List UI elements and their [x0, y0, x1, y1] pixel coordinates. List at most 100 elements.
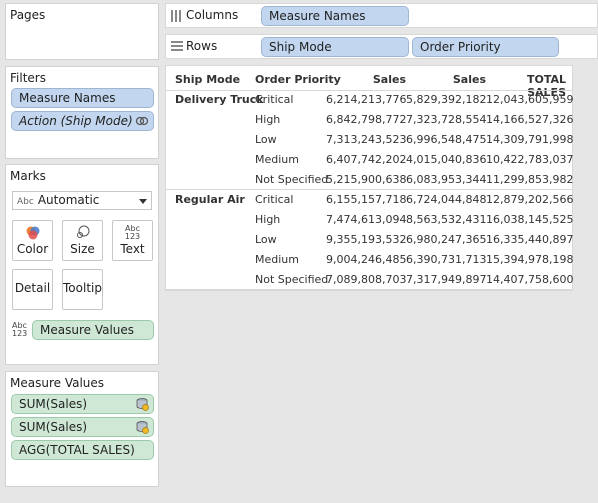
order-priority-cell[interactable]: High [255, 213, 280, 226]
sales-cell[interactable]: 7,474,613,094 [326, 213, 406, 226]
tooltip-label: Tooltip [63, 281, 102, 295]
order-priority-cell[interactable]: Medium [255, 153, 299, 166]
order-priority-cell[interactable]: Not Specified [255, 173, 328, 186]
total-sales-cell[interactable]: 15,394,978,198 [486, 253, 573, 266]
sales-cell[interactable]: 6,842,798,772 [326, 113, 406, 126]
link-icon [135, 116, 149, 126]
size-label: Size [70, 242, 95, 256]
abc123-icon: Abc 123 [113, 225, 152, 241]
marks-panel: Marks Abc Automatic Color Size Abc 123 Te… [5, 164, 159, 365]
sales-cell[interactable]: 6,214,213,776 [326, 93, 406, 106]
rows-pill-label: Order Priority [420, 40, 501, 54]
sales-cell[interactable]: 9,355,193,532 [326, 233, 406, 246]
pages-panel: Pages [5, 3, 159, 60]
total-sales-cell[interactable]: 16,335,440,897 [486, 233, 573, 246]
abc123-icon: Abc 123 [12, 322, 27, 338]
sales-cell[interactable]: 6,390,731,713 [406, 253, 486, 266]
database-icon [136, 398, 149, 411]
filter-pill-measure-names[interactable]: Measure Names [11, 88, 154, 108]
header-order-priority[interactable]: Order Priority [255, 73, 341, 86]
total-sales-cell[interactable]: 11,299,853,982 [486, 173, 573, 186]
sales-cell[interactable]: 8,563,532,431 [406, 213, 486, 226]
size-button[interactable]: Size [62, 220, 103, 261]
measure-values-title: Measure Values [10, 376, 105, 390]
sales-cell[interactable]: 6,724,044,848 [406, 193, 486, 206]
tooltip-button[interactable]: Tooltip [62, 269, 103, 310]
table-bottom-divider [166, 289, 572, 290]
total-sales-cell[interactable]: 16,038,145,525 [486, 213, 573, 226]
color-icon [26, 226, 40, 240]
order-priority-cell[interactable]: Not Specified [255, 273, 328, 286]
mark-type-value: Automatic [37, 193, 100, 207]
mark-type-dropdown[interactable]: Abc Automatic [12, 191, 152, 210]
measure-pill-label: SUM(Sales) [19, 397, 88, 411]
total-sales-cell[interactable]: 12,043,605,959 [486, 93, 573, 106]
rows-pill-ship-mode[interactable]: Ship Mode [261, 37, 409, 57]
order-priority-cell[interactable]: Low [255, 133, 277, 146]
sales-cell[interactable]: 7,313,243,523 [326, 133, 406, 146]
pages-title: Pages [10, 8, 46, 22]
sales-cell[interactable]: 9,004,246,485 [326, 253, 406, 266]
measure-pill-sum-sales-1[interactable]: SUM(Sales) [11, 394, 154, 414]
color-button[interactable]: Color [12, 220, 53, 261]
order-priority-cell[interactable]: Medium [255, 253, 299, 266]
filters-panel: Filters Measure Names Action (Ship Mode) [5, 66, 159, 159]
measure-values-pill[interactable]: Measure Values [32, 320, 154, 340]
sales-cell[interactable]: 4,015,040,836 [406, 153, 486, 166]
filter-pill-label: Measure Names [19, 91, 116, 105]
sales-cell[interactable]: 7,089,808,703 [326, 273, 406, 286]
sales-cell[interactable]: 6,996,548,475 [406, 133, 486, 146]
detail-label: Detail [14, 281, 51, 295]
measure-values-panel: Measure Values SUM(Sales) SUM(Sales) AGG… [5, 371, 159, 487]
measure-pill-agg-total-sales[interactable]: AGG(TOTAL SALES) [11, 440, 154, 460]
columns-shelf: Columns Measure Names [165, 3, 598, 28]
ship-mode-cell[interactable]: Delivery Truck [175, 93, 264, 106]
size-icon [77, 225, 90, 238]
total-sales-cell[interactable]: 10,422,783,037 [486, 153, 573, 166]
order-priority-cell[interactable]: Critical [255, 193, 293, 206]
text-button[interactable]: Abc 123 Text [112, 220, 153, 261]
columns-icon [171, 10, 181, 22]
sales-cell[interactable]: 6,083,953,344 [406, 173, 486, 186]
filter-pill-action-ship-mode[interactable]: Action (Ship Mode) [11, 111, 154, 131]
num-text: 123 [12, 329, 28, 338]
order-priority-cell[interactable]: Low [255, 233, 277, 246]
rows-pill-order-priority[interactable]: Order Priority [412, 37, 559, 57]
sales-cell[interactable]: 6,980,247,365 [406, 233, 486, 246]
abc-icon: Abc [17, 197, 34, 207]
sales-cell[interactable]: 7,317,949,897 [406, 273, 486, 286]
sales-cell[interactable]: 6,155,157,718 [326, 193, 406, 206]
group-divider [166, 189, 572, 190]
measure-values-pill-label: Measure Values [40, 323, 135, 337]
total-sales-cell[interactable]: 12,879,202,566 [486, 193, 573, 206]
columns-pill-label: Measure Names [269, 9, 366, 23]
rows-icon [171, 41, 183, 51]
rows-pill-label: Ship Mode [269, 40, 332, 54]
order-priority-cell[interactable]: High [255, 113, 280, 126]
columns-pill-measure-names[interactable]: Measure Names [261, 6, 409, 26]
rows-shelf: Rows Ship Mode Order Priority [165, 34, 598, 59]
marks-title: Marks [10, 169, 46, 183]
crosstab-view: Ship Mode Order Priority Sales Sales TOT… [165, 65, 573, 291]
num-text: 123 [124, 232, 141, 241]
header-sales-2[interactable]: Sales [416, 73, 486, 86]
detail-button[interactable]: Detail [12, 269, 53, 310]
total-sales-cell[interactable]: 14,309,791,998 [486, 133, 573, 146]
rows-label: Rows [186, 39, 218, 53]
total-sales-cell[interactable]: 14,407,758,600 [486, 273, 573, 286]
total-sales-cell[interactable]: 14,166,527,326 [486, 113, 573, 126]
measure-pill-label: AGG(TOTAL SALES) [19, 443, 135, 457]
sales-cell[interactable]: 5,215,900,638 [326, 173, 406, 186]
measure-pill-sum-sales-2[interactable]: SUM(Sales) [11, 417, 154, 437]
header-ship-mode[interactable]: Ship Mode [175, 73, 240, 86]
sales-cell[interactable]: 5,829,392,182 [406, 93, 486, 106]
sales-cell[interactable]: 7,323,728,554 [406, 113, 486, 126]
text-label: Text [120, 242, 145, 256]
header-sales-1[interactable]: Sales [336, 73, 406, 86]
order-priority-cell[interactable]: Critical [255, 93, 293, 106]
columns-label: Columns [186, 8, 239, 22]
header-divider [166, 90, 572, 91]
sales-cell[interactable]: 6,407,742,202 [326, 153, 406, 166]
measure-pill-label: SUM(Sales) [19, 420, 88, 434]
ship-mode-cell[interactable]: Regular Air [175, 193, 245, 206]
